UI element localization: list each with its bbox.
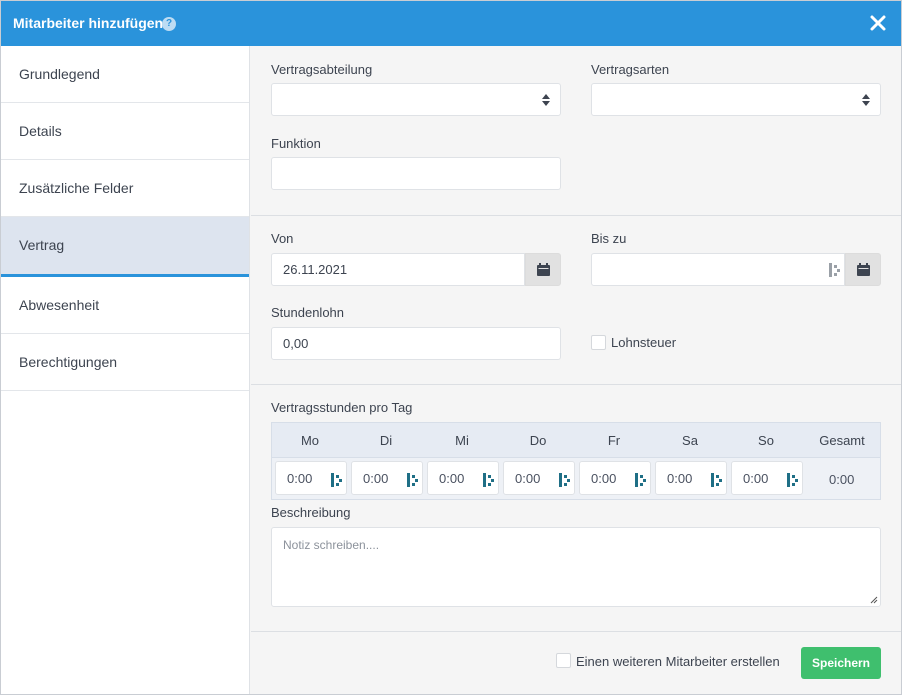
section-divider [251,384,901,385]
sidebar-item-details[interactable]: Details [1,103,249,160]
stundenlohn-input[interactable]: 0,00 [271,327,561,360]
beschreibung-label: Beschreibung [271,505,351,520]
von-calendar-button[interactable] [525,253,561,286]
vertragsarten-select[interactable] [591,83,881,116]
save-button[interactable]: Speichern [801,647,881,679]
calendar-icon [537,263,550,276]
modal-title: Mitarbeiter hinzufügen [13,15,164,31]
vertragsabteilung-label: Vertragsabteilung [271,62,373,77]
funktion-input[interactable] [271,157,561,190]
bis-zu-label: Bis zu [591,231,627,246]
sidebar: Grundlegend Details Zusätzliche Felder V… [1,46,250,694]
hours-table: Mo Di Mi Do Fr Sa So Gesamt 0:00 0:00 0:… [271,422,881,500]
von-date-input[interactable]: 26.11.2021 [271,253,525,286]
vertragsabteilung-select[interactable] [271,83,561,116]
time-input-do[interactable]: 0:00 [503,461,575,495]
vertragsarten-label: Vertragsarten [591,62,670,77]
beschreibung-textarea[interactable]: Notiz schreiben.... [271,527,881,607]
help-icon[interactable]: ? [162,17,176,31]
sidebar-item-zusaetzliche-felder[interactable]: Zusätzliche Felder [1,160,249,217]
sidebar-item-grundlegend[interactable]: Grundlegend [1,46,249,103]
time-picker-icon [559,473,570,487]
calendar-icon [857,263,870,276]
beschreibung-placeholder: Notiz schreiben.... [283,538,380,552]
footer-divider [251,631,901,632]
time-picker-icon [711,473,722,487]
day-header-fr: Fr [607,433,621,448]
time-value: 0:00 [743,471,769,486]
time-value: 0:00 [591,471,617,486]
lohnsteuer-checkbox[interactable] [591,335,606,350]
time-picker-icon [407,473,418,487]
input-extension-icon [829,263,840,277]
sidebar-item-abwesenheit[interactable]: Abwesenheit [1,277,249,334]
time-value: 0:00 [439,471,465,486]
contract-form: Vertragsabteilung Vertragsarten Funktion… [251,46,901,694]
day-header-di: Di [379,433,393,448]
day-header-do: Do [529,433,547,448]
time-picker-icon [787,473,798,487]
time-picker-icon [331,473,342,487]
create-another-checkbox[interactable] [556,653,571,668]
close-icon[interactable] [867,12,889,34]
section-divider [251,215,901,216]
select-arrows-icon [542,94,550,106]
day-header-mo: Mo [300,433,320,448]
day-header-so: So [758,433,774,448]
time-input-fr[interactable]: 0:00 [579,461,651,495]
day-header-sa: Sa [682,433,698,448]
time-value: 0:00 [363,471,389,486]
total-hours-value: 0:00 [829,472,855,487]
time-picker-icon [635,473,646,487]
von-label: Von [271,231,294,246]
vertragsstunden-label: Vertragsstunden pro Tag [271,400,413,415]
select-arrows-icon [862,94,870,106]
day-header-gesamt: Gesamt [819,433,865,448]
time-value: 0:00 [667,471,693,486]
time-input-so[interactable]: 0:00 [731,461,803,495]
time-picker-icon [483,473,494,487]
time-input-mi[interactable]: 0:00 [427,461,499,495]
time-value: 0:00 [515,471,541,486]
day-header-mi: Mi [455,433,469,448]
time-input-sa[interactable]: 0:00 [655,461,727,495]
lohnsteuer-label: Lohnsteuer [611,335,677,350]
resize-grip-icon[interactable] [870,596,878,604]
add-employee-modal: Mitarbeiter hinzufügen ? Grundlegend Det… [0,0,902,695]
time-input-di[interactable]: 0:00 [351,461,423,495]
bis-zu-date-input[interactable] [591,253,845,286]
stundenlohn-label: Stundenlohn [271,305,345,320]
time-input-mo[interactable]: 0:00 [275,461,347,495]
modal-header: Mitarbeiter hinzufügen ? [1,1,901,46]
time-value: 0:00 [287,471,313,486]
funktion-label: Funktion [271,136,321,151]
sidebar-item-vertrag[interactable]: Vertrag [1,217,249,277]
sidebar-item-berechtigungen[interactable]: Berechtigungen [1,334,249,391]
bis-zu-calendar-button[interactable] [845,253,881,286]
create-another-label: Einen weiteren Mitarbeiter erstellen [576,654,780,669]
